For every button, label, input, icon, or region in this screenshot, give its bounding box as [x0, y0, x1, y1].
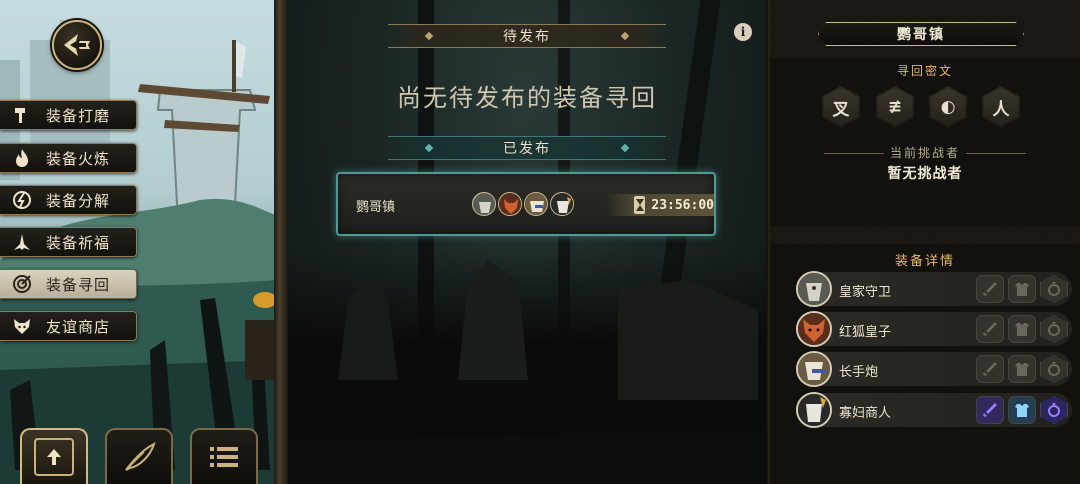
menu-item-forge[interactable]: 装备火炼: [0, 143, 137, 173]
hourglass-icon: [634, 196, 646, 214]
menu-item-label: 装备火炼: [46, 149, 111, 168]
town-banner: 鹦哥镇: [818, 22, 1024, 46]
red-fox-avatar: [796, 311, 832, 347]
ring-slot-icon: [1040, 315, 1068, 343]
panel-divider: [274, 0, 288, 484]
challenger-title-label: 当前挑战者: [889, 146, 960, 160]
list-icon: [204, 438, 244, 476]
sword-slot-icon: [976, 275, 1004, 303]
red-fox-avatar: [498, 192, 522, 216]
armor-slot-icon: [1008, 396, 1036, 424]
feather-icon: [119, 438, 159, 476]
upload-icon: [34, 438, 74, 476]
equipment-name: 长手炮: [839, 365, 879, 380]
cipher-title-label: 寻回密文: [896, 64, 953, 78]
sword-slot-icon: [976, 355, 1004, 383]
menu-item-label: 装备寻回: [46, 275, 111, 294]
left-scene-panel: 装备打磨 装备火炼 装备分解 装备祈福 装备寻回 友谊商店: [0, 0, 276, 484]
guard-avatar: [796, 271, 832, 307]
menu-item-label: 装备分解: [46, 191, 111, 210]
pending-header: 待发布: [388, 24, 666, 48]
tab-publish[interactable]: [20, 428, 88, 484]
menu-item-bless[interactable]: 装备祈福: [0, 227, 137, 257]
challenger-title: 当前挑战者: [770, 144, 1080, 161]
widow-merchant-avatar: [796, 392, 832, 428]
menu-item-polish[interactable]: 装备打磨: [0, 100, 137, 130]
menu-item-retrieve[interactable]: 装备寻回: [0, 269, 137, 299]
long-gun-avatar: [524, 192, 548, 216]
cipher-title: 寻回密文: [770, 62, 1080, 79]
tab-feather[interactable]: [105, 428, 173, 484]
menu-item-dismantle[interactable]: 装备分解: [0, 185, 137, 215]
guard-avatar: [472, 192, 496, 216]
back-button[interactable]: [52, 20, 102, 70]
published-entry-card[interactable]: 鹦哥镇 23:56:00: [336, 172, 716, 236]
published-town-name: 鹦哥镇: [356, 200, 396, 215]
equipment-title: 装备详情: [770, 250, 1080, 269]
town-name: 鹦哥镇: [897, 27, 945, 43]
equipment-name: 寡妇商人: [839, 406, 892, 421]
menu-item-label: 友谊商店: [46, 317, 111, 336]
published-header: 已发布: [388, 136, 666, 160]
ring-slot-icon: [1040, 355, 1068, 383]
equipment-row[interactable]: 长手炮: [796, 351, 1072, 387]
ring-slot-icon: [1040, 275, 1068, 303]
tab-list[interactable]: [190, 428, 258, 484]
countdown-timer: 23:56:00: [606, 194, 714, 216]
fox-icon: [10, 314, 34, 338]
center-panel: i 待发布 尚无待发布的装备寻回 已发布 鹦哥镇 23:56:00: [288, 0, 766, 484]
challenger-value: 暂无挑战者: [887, 166, 963, 182]
armor-slot-icon: [1008, 275, 1036, 303]
back-arrow-icon: [64, 34, 90, 56]
info-icon[interactable]: i: [734, 23, 752, 41]
break-icon: [10, 188, 34, 212]
hammer-icon: [10, 103, 34, 127]
equipment-row[interactable]: 寡妇商人: [796, 392, 1072, 428]
equipment-name: 红狐皇子: [839, 325, 892, 340]
flame-icon: [10, 146, 34, 170]
sword-slot-icon: [976, 315, 1004, 343]
equipment-row[interactable]: 皇家守卫: [796, 271, 1072, 307]
pray-icon: [10, 230, 34, 254]
equipment-title-label: 装备详情: [894, 254, 955, 269]
menu-item-friend-shop[interactable]: 友谊商店: [0, 311, 137, 341]
widow-merchant-avatar: [550, 192, 574, 216]
menu-item-label: 装备祈福: [46, 233, 111, 252]
published-header-label: 已发布: [503, 141, 551, 157]
right-detail-panel: 鹦哥镇 寻回密文 叉 ≢ ◐ ⼈ 当前挑战者 暂无挑战者 装备详情 皇家守卫 红…: [770, 0, 1080, 484]
pending-header-label: 待发布: [503, 29, 551, 45]
armor-slot-icon: [1008, 355, 1036, 383]
cipher-section: [770, 58, 1080, 226]
equipment-row[interactable]: 红狐皇子: [796, 311, 1072, 347]
equipment-name: 皇家守卫: [839, 285, 892, 300]
menu-item-label: 装备打磨: [46, 106, 111, 125]
armor-slot-icon: [1008, 315, 1036, 343]
long-gun-avatar: [796, 351, 832, 387]
countdown-value: 23:56:00: [651, 197, 714, 213]
sword-slot-icon: [976, 396, 1004, 424]
target-icon: [10, 272, 34, 296]
scene-silhouettes: [288, 260, 766, 484]
pending-empty-text: 尚无待发布的装备寻回: [397, 84, 657, 112]
ring-slot-icon: [1040, 396, 1068, 424]
